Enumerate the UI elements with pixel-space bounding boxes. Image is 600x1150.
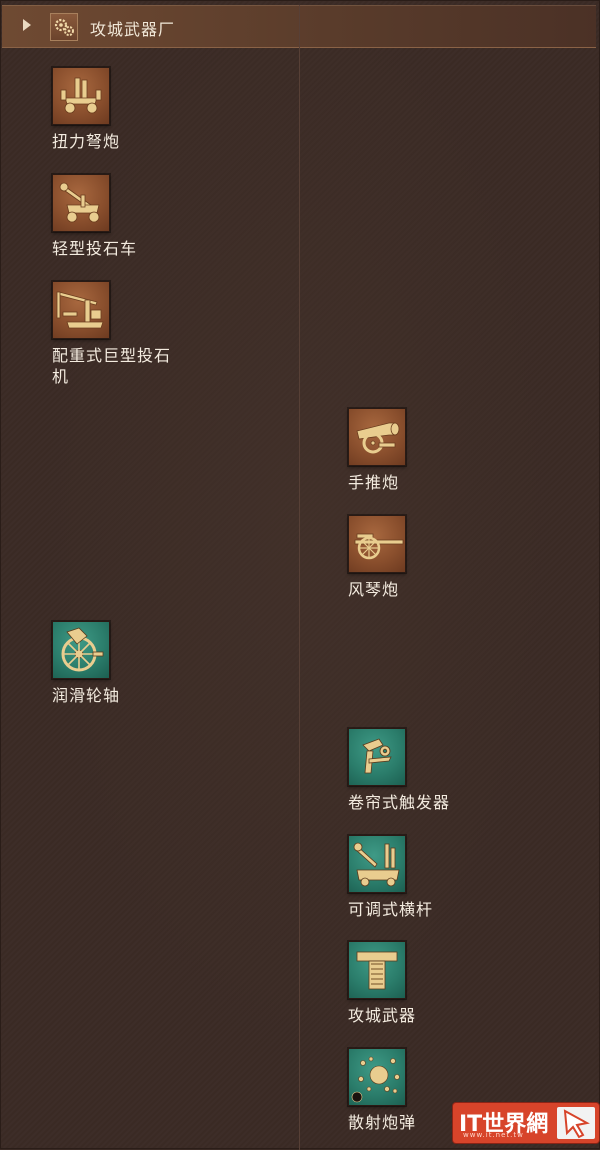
tech-node-roller-trigger[interactable]: 卷帘式触发器	[348, 728, 478, 813]
trebuchet-icon[interactable]	[52, 281, 110, 339]
trigger-icon[interactable]	[348, 728, 406, 786]
tech-node-trebuchet[interactable]: 配重式巨型投石机	[52, 281, 182, 387]
ballista-icon[interactable]	[52, 67, 110, 125]
catapult-icon[interactable]	[52, 174, 110, 232]
node-label: 轻型投石车	[52, 239, 138, 258]
organ-gun-icon[interactable]	[348, 515, 406, 573]
tech-node-siege-weapons[interactable]: 攻城武器	[348, 941, 478, 1026]
node-label: 润滑轮轴	[52, 686, 121, 705]
tech-node-torsion-ballista[interactable]: 扭力弩炮	[52, 67, 182, 152]
lever-icon[interactable]	[348, 835, 406, 893]
node-label: 扭力弩炮	[52, 132, 121, 151]
node-label: 卷帘式触发器	[348, 793, 451, 812]
column-divider	[299, 5, 300, 1150]
tech-node-light-catapult[interactable]: 轻型投石车	[52, 174, 182, 259]
tech-node-adjustable-lever[interactable]: 可调式横杆	[348, 835, 478, 920]
canister-shot-icon[interactable]	[348, 1048, 406, 1106]
category-title: 攻城武器厂	[90, 20, 176, 39]
wheel-axle-icon[interactable]	[52, 621, 110, 679]
cursor-arrow-icon	[557, 1107, 595, 1139]
node-label: 手推炮	[348, 473, 400, 492]
siege-tech-icon[interactable]	[348, 941, 406, 999]
site-watermark: IT世界網 www.it.net.tw	[453, 1103, 599, 1143]
tech-tree-panel: 攻城武器厂 扭力弩炮 轻型投石车 配重式巨型投石机 手推炮 风琴炮 润滑轮轴 卷…	[0, 0, 600, 1150]
node-label: 攻城武器	[348, 1006, 417, 1025]
tech-node-lubricated-axle[interactable]: 润滑轮轴	[52, 621, 182, 706]
node-label: 可调式横杆	[348, 900, 434, 919]
tech-node-organ-gun[interactable]: 风琴炮	[348, 515, 478, 600]
cannon-icon[interactable]	[348, 408, 406, 466]
caret-right-icon[interactable]	[23, 19, 31, 31]
node-label: 风琴炮	[348, 580, 400, 599]
gears-icon	[50, 13, 78, 41]
node-label: 配重式巨型投石机	[52, 346, 172, 386]
tech-node-handcannon[interactable]: 手推炮	[348, 408, 478, 493]
watermark-subtext: www.it.net.tw	[463, 1131, 524, 1139]
